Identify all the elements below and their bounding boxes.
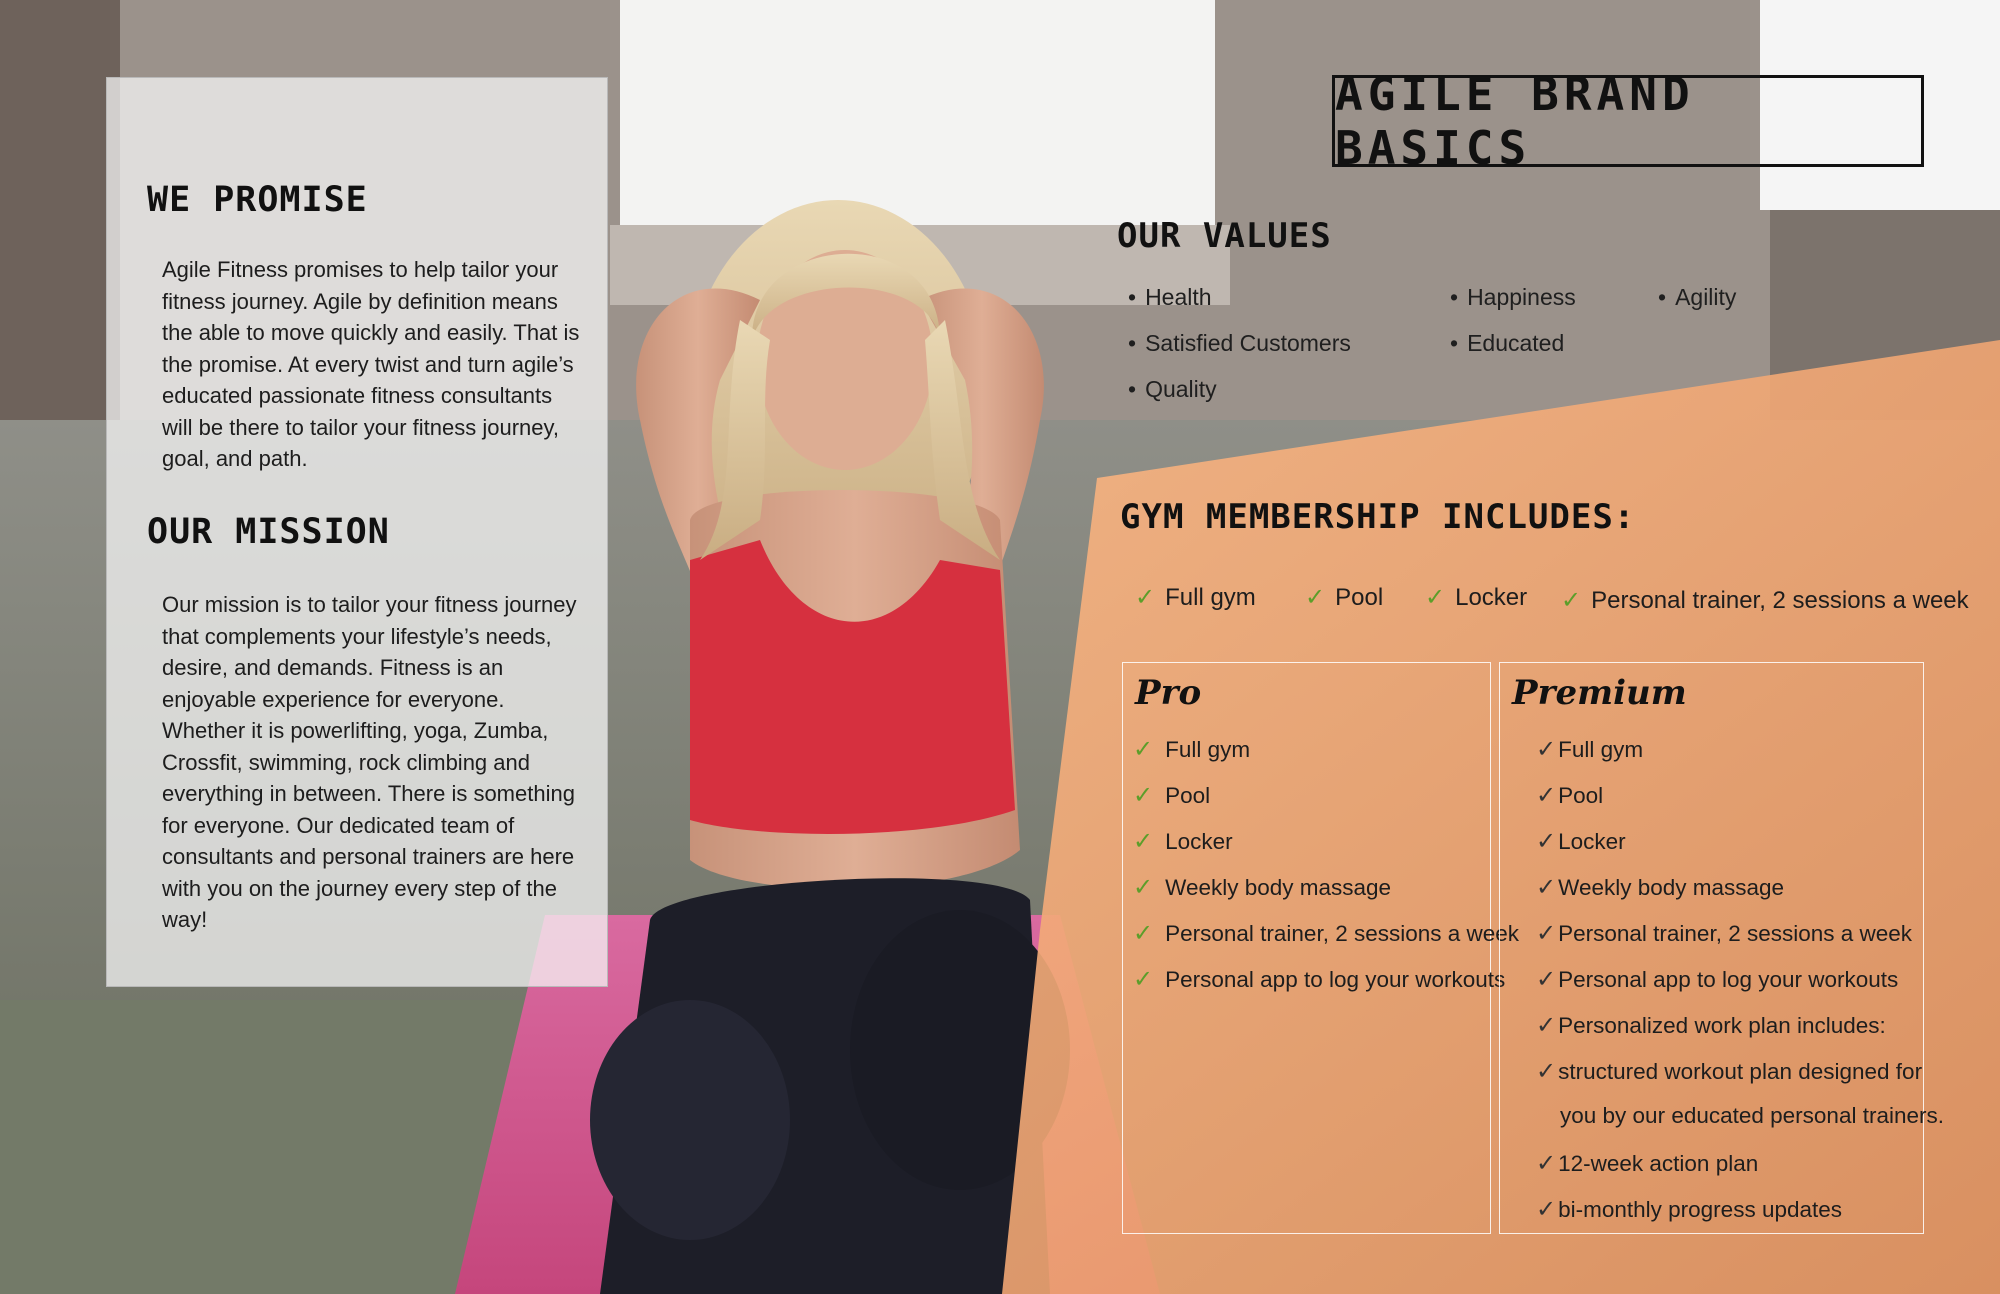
checkmark-icon: ✓: [1536, 782, 1557, 809]
checkmark-icon: ✓: [1133, 966, 1154, 993]
checkmark-icon: ✓: [1536, 828, 1557, 855]
checkmark-icon: ✓: [1536, 1150, 1557, 1177]
checkmark-icon: ✓: [1133, 828, 1154, 855]
premium-feature: ✓Personal trainer, 2 sessions a week: [1536, 920, 1913, 947]
checkmark-icon: ✓: [1536, 920, 1557, 947]
value-item: Quality: [1128, 376, 1217, 403]
premium-feature: ✓Pool: [1536, 782, 1604, 809]
checkmark-icon: ✓: [1536, 1196, 1557, 1223]
checkmark-icon: ✓: [1135, 584, 1156, 611]
checkmark-icon: ✓: [1561, 587, 1582, 614]
mission-heading: Our Mission: [147, 512, 390, 552]
mission-text: Our mission is to tailor your fitness jo…: [162, 592, 577, 932]
value-item: Satisfied Customers: [1128, 330, 1351, 357]
premium-feature-continued: you by our educated personal trainers.: [1560, 1103, 1944, 1128]
pro-plan-box: Pro ✓ Full gym ✓ Pool ✓ Locker ✓ Weekly body…: [1122, 662, 1519, 1234]
premium-feature: ✓Locker: [1536, 828, 1626, 855]
premium-plan-box: Premium ✓Full gym ✓Pool ✓Locker ✓Weekly …: [1499, 662, 1944, 1234]
premium-feature: ✓Weekly body massage: [1536, 874, 1785, 901]
checkmark-icon: ✓: [1536, 1058, 1557, 1085]
values-heading: Our Values: [1117, 216, 1332, 256]
premium-feature: ✓Personal app to log your workouts: [1536, 966, 1899, 993]
pro-plan-title: Pro: [1135, 673, 1202, 713]
checkmark-icon: ✓: [1536, 1012, 1557, 1039]
premium-feature: ✓12-week action plan: [1536, 1150, 1759, 1177]
pro-feature: ✓ Full gym: [1133, 736, 1251, 763]
page-title: Agile Brand Basics: [1332, 67, 1924, 175]
checkmark-icon: ✓: [1536, 736, 1557, 763]
value-item: Educated: [1450, 330, 1564, 357]
membership-item: ✓ Pool: [1305, 584, 1384, 611]
premium-feature: ✓Personalized work plan includes:: [1536, 1012, 1886, 1039]
checkmark-icon: ✓: [1305, 584, 1326, 611]
checkmark-icon: ✓: [1133, 782, 1154, 809]
pro-feature: ✓ Locker: [1133, 828, 1233, 855]
pro-feature: ✓ Weekly body massage: [1133, 874, 1392, 901]
membership-item: ✓ Personal trainer, 2 sessions a week: [1561, 587, 1969, 614]
checkmark-icon: ✓: [1536, 874, 1557, 901]
membership-item: ✓ Full gym: [1135, 584, 1256, 611]
pro-feature: ✓ Pool: [1133, 782, 1211, 809]
membership-item: ✓ Locker: [1425, 584, 1528, 611]
pro-feature: ✓ Personal trainer, 2 sessions a week: [1133, 920, 1520, 947]
promise-text: Agile Fitness promises to help tailor yo…: [162, 257, 580, 471]
premium-feature: ✓structured workout plan designed for: [1536, 1058, 1923, 1085]
pro-feature: ✓ Personal app to log your workouts: [1133, 966, 1506, 993]
promise-heading: We Promise: [147, 180, 368, 220]
checkmark-icon: ✓: [1133, 736, 1154, 763]
membership-heading: Gym Membership Includes:: [1120, 497, 1636, 537]
checkmark-icon: ✓: [1425, 584, 1446, 611]
checkmark-icon: ✓: [1133, 920, 1154, 947]
premium-feature: ✓Full gym: [1536, 736, 1644, 763]
checkmark-icon: ✓: [1536, 966, 1557, 993]
value-item: Agility: [1658, 284, 1736, 311]
value-item: Health: [1128, 284, 1211, 311]
value-item: Happiness: [1450, 284, 1576, 311]
checkmark-icon: ✓: [1133, 874, 1154, 901]
premium-plan-title: Premium: [1512, 673, 1687, 713]
premium-feature: ✓bi-monthly progress updates: [1536, 1196, 1843, 1223]
